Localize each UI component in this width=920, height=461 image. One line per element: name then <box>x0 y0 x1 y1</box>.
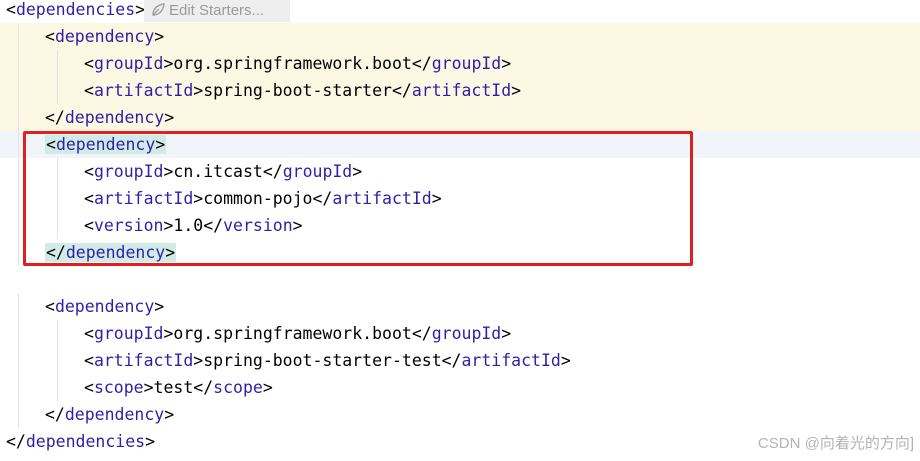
code-text: > <box>511 81 522 100</box>
highlight-box <box>23 131 693 266</box>
code-line: <groupId>org.springframework.boot</group… <box>0 320 920 347</box>
code-text: >org.springframework.boot</ <box>163 54 432 73</box>
tag-name: groupId <box>93 54 164 73</box>
code-text: > <box>501 54 512 73</box>
code-content: <artifactId>spring-boot-starter-test</ar… <box>84 347 571 374</box>
code-text: </ <box>45 108 65 127</box>
indent-guide <box>18 158 19 185</box>
tag-name: artifactId <box>461 351 561 370</box>
tag-name: scope <box>213 378 263 397</box>
code-text: < <box>84 324 94 343</box>
code-content: </dependency> <box>45 401 174 428</box>
indent-guide <box>18 50 19 77</box>
code-text: > <box>560 351 571 370</box>
code-text: < <box>84 81 94 100</box>
code-line: <dependency> <box>0 293 920 320</box>
code-text: >org.springframework.boot</ <box>163 324 432 343</box>
indent-guide <box>18 131 19 158</box>
code-text: </ <box>6 432 26 451</box>
code-line: <dependencies> <box>0 0 920 23</box>
indent-guide <box>18 239 19 266</box>
indent-guide <box>18 347 19 374</box>
indent-guide <box>18 77 19 104</box>
indent-guide <box>18 23 19 50</box>
edit-starters-codelens[interactable]: Edit Starters... <box>144 0 290 22</box>
code-text: < <box>84 54 94 73</box>
code-text: >test</ <box>143 378 214 397</box>
code-text: >spring-boot-starter</ <box>193 81 412 100</box>
code-text: > <box>164 405 175 424</box>
code-text: < <box>6 0 16 19</box>
indent-guide <box>57 77 58 104</box>
code-content: <groupId>org.springframework.boot</group… <box>84 50 511 77</box>
code-content: <groupId>org.springframework.boot</group… <box>84 320 511 347</box>
tag-name: artifactId <box>93 81 194 100</box>
code-text: < <box>84 378 94 397</box>
code-line: </dependency> <box>0 401 920 428</box>
code-content: </dependency> <box>45 104 174 131</box>
tag-name: artifactId <box>93 351 194 370</box>
tag-name: dependencies <box>15 0 136 19</box>
indent-guide <box>57 320 58 347</box>
code-text: > <box>145 432 156 451</box>
code-line: <scope>test</scope> <box>0 374 920 401</box>
indent-guide <box>18 374 19 401</box>
tag-name: dependency <box>64 108 165 127</box>
code-text: > <box>154 297 165 316</box>
code-text: < <box>45 27 55 46</box>
indent-guide <box>18 320 19 347</box>
codelens-label: Edit Starters... <box>169 2 265 19</box>
tag-name: scope <box>93 378 144 397</box>
code-text: > <box>164 108 175 127</box>
tag-name: dependency <box>54 27 155 46</box>
spring-leaf-icon <box>150 2 166 18</box>
indent-guide <box>57 347 58 374</box>
tag-name: artifactId <box>411 81 512 100</box>
indent-guide <box>57 50 58 77</box>
code-text: > <box>154 27 165 46</box>
code-line: <artifactId>spring-boot-starter-test</ar… <box>0 347 920 374</box>
tag-name: groupId <box>431 54 502 73</box>
indent-guide <box>18 212 19 239</box>
watermark: CSDN @向着光的方向] <box>757 435 914 452</box>
code-content: <scope>test</scope> <box>84 374 273 401</box>
indent-guide <box>18 185 19 212</box>
indent-guide <box>18 104 19 131</box>
code-content: <dependencies> <box>6 0 145 23</box>
tag-name: dependency <box>54 297 155 316</box>
code-content: <artifactId>spring-boot-starter</artifac… <box>84 77 521 104</box>
tag-name: groupId <box>431 324 502 343</box>
code-content: </dependencies> <box>6 428 155 455</box>
code-line: </dependency> <box>0 104 920 131</box>
code-text: < <box>45 297 55 316</box>
indent-guide <box>18 293 19 320</box>
tag-name: dependency <box>64 405 165 424</box>
indent-guide <box>57 374 58 401</box>
code-text: >spring-boot-starter-test</ <box>193 351 462 370</box>
code-content: <dependency> <box>45 23 164 50</box>
code-text: > <box>501 324 512 343</box>
code-line: <groupId>org.springframework.boot</group… <box>0 50 920 77</box>
code-content: <dependency> <box>45 293 164 320</box>
code-text: < <box>84 351 94 370</box>
code-text: > <box>262 378 273 397</box>
code-line: <dependency> <box>0 23 920 50</box>
code-line: <artifactId>spring-boot-starter</artifac… <box>0 77 920 104</box>
tag-name: dependencies <box>25 432 146 451</box>
tag-name: groupId <box>93 324 164 343</box>
code-text: </ <box>45 405 65 424</box>
indent-guide <box>18 401 19 428</box>
